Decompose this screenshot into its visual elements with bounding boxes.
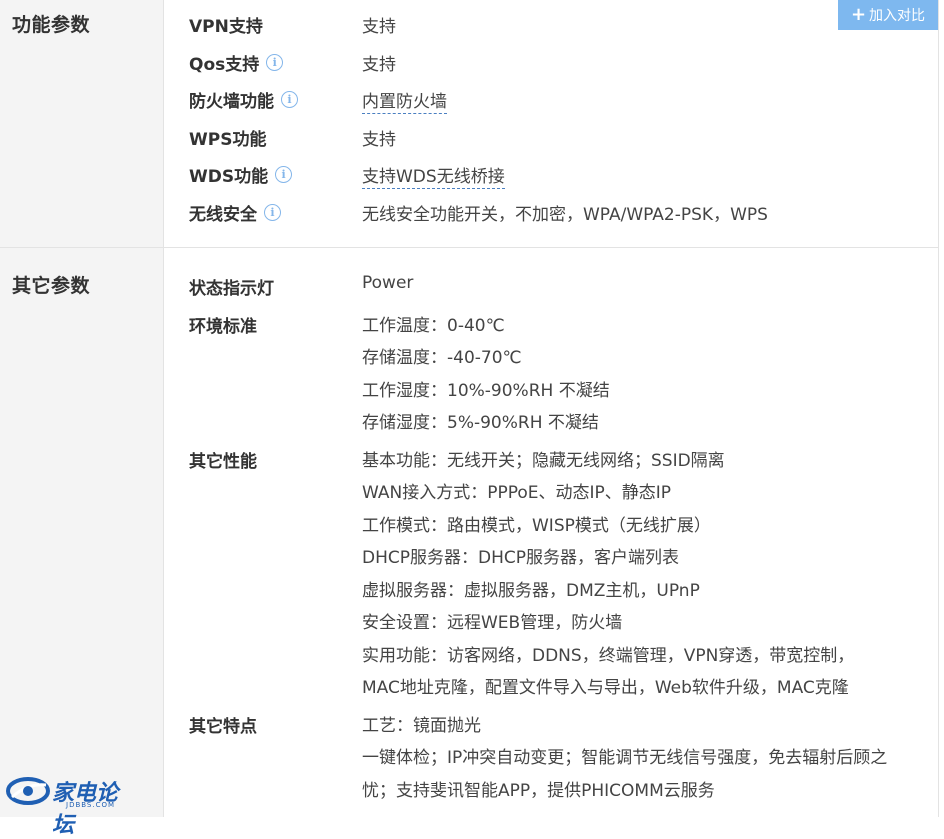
row-label-other-features: 其它特点 [189,717,257,737]
section-title-function: 功能参数 [12,14,91,36]
env-line: 存储温度：-40-70℃ [362,348,522,368]
spec-table: 功能参数 VPN支持 支持 Qos支持 i 支持 防火墙功能 i 内置防火墙 W… [0,0,939,838]
features-line: 忧；支持斐讯智能APP，提供PHICOMM云服务 [362,781,715,801]
row-value-firewall[interactable]: 内置防火墙 [362,87,447,114]
row-value-vpn: 支持 [362,17,396,37]
performance-line: 基本功能：无线开关；隐藏无线网络；SSID隔离 [362,451,725,471]
watermark-domain: JDBBS.COM [66,801,116,809]
env-line: 存储湿度：5%-90%RH 不凝结 [362,413,599,433]
info-circle-icon[interactable]: i [275,166,293,183]
table-right-border [938,0,939,817]
wds-link[interactable]: 支持WDS无线桥接 [362,167,505,189]
row-label-status-led: 状态指示灯 [189,279,274,299]
info-circle-icon[interactable]: i [281,91,298,108]
row-value-wps: 支持 [362,130,396,150]
env-line: 工作湿度：10%-90%RH 不凝结 [362,381,610,401]
category-cell-function [0,0,163,247]
row-value-wds[interactable]: 支持WDS无线桥接 [362,162,505,189]
features-line: 工艺：镜面抛光 [362,716,481,736]
row-value-qos: 支持 [362,55,396,75]
performance-line: DHCP服务器：DHCP服务器，客户端列表 [362,548,679,568]
section-divider [0,247,938,248]
logo-swoosh [6,777,50,805]
features-line: 一键体检；IP冲突自动变更；智能调节无线信号强度，免去辐射后顾之 [362,748,888,768]
performance-line: 虚拟服务器：虚拟服务器，DMZ主机，UPnP [362,581,700,601]
row-label-firewall: 防火墙功能 i [189,87,298,112]
column-divider [163,0,164,817]
row-label-wps: WPS功能 [189,130,267,150]
row-label-environment: 环境标准 [189,317,257,337]
row-label-wireless-security: 无线安全 i [189,200,281,225]
info-circle-icon[interactable]: i [266,54,284,71]
performance-line: MAC地址克隆，配置文件导入与导出，Web软件升级，MAC克隆 [362,678,849,698]
row-label-qos: Qos支持 i [189,50,284,75]
performance-line: 工作模式：路由模式，WISP模式（无线扩展） [362,516,711,536]
row-label-vpn: VPN支持 [189,17,263,37]
plus-icon: + [850,4,867,25]
jdbbs-logo-icon: 家电论坛 JDBBS.COM [6,773,136,838]
performance-line: 安全设置：远程WEB管理，防火墙 [362,613,623,633]
performance-line: 实用功能：访客网络，DDNS，终端管理，VPN穿透，带宽控制， [362,646,855,666]
section-title-other: 其它参数 [12,275,91,297]
env-line: 工作温度：0-40℃ [362,316,505,336]
firewall-link[interactable]: 内置防火墙 [362,92,447,114]
info-circle-icon[interactable]: i [264,204,281,221]
category-cell-other [0,248,163,817]
add-to-compare-button[interactable]: + 加入对比 [838,0,938,30]
performance-line: WAN接入方式：PPPoE、动态IP、静态IP [362,483,672,503]
row-label-other-performance: 其它性能 [189,452,257,472]
row-value-status-led: Power [362,273,414,293]
row-value-wireless-security: 无线安全功能开关，不加密，WPA/WPA2-PSK，WPS [362,205,768,225]
row-label-wds: WDS功能 i [189,162,293,187]
